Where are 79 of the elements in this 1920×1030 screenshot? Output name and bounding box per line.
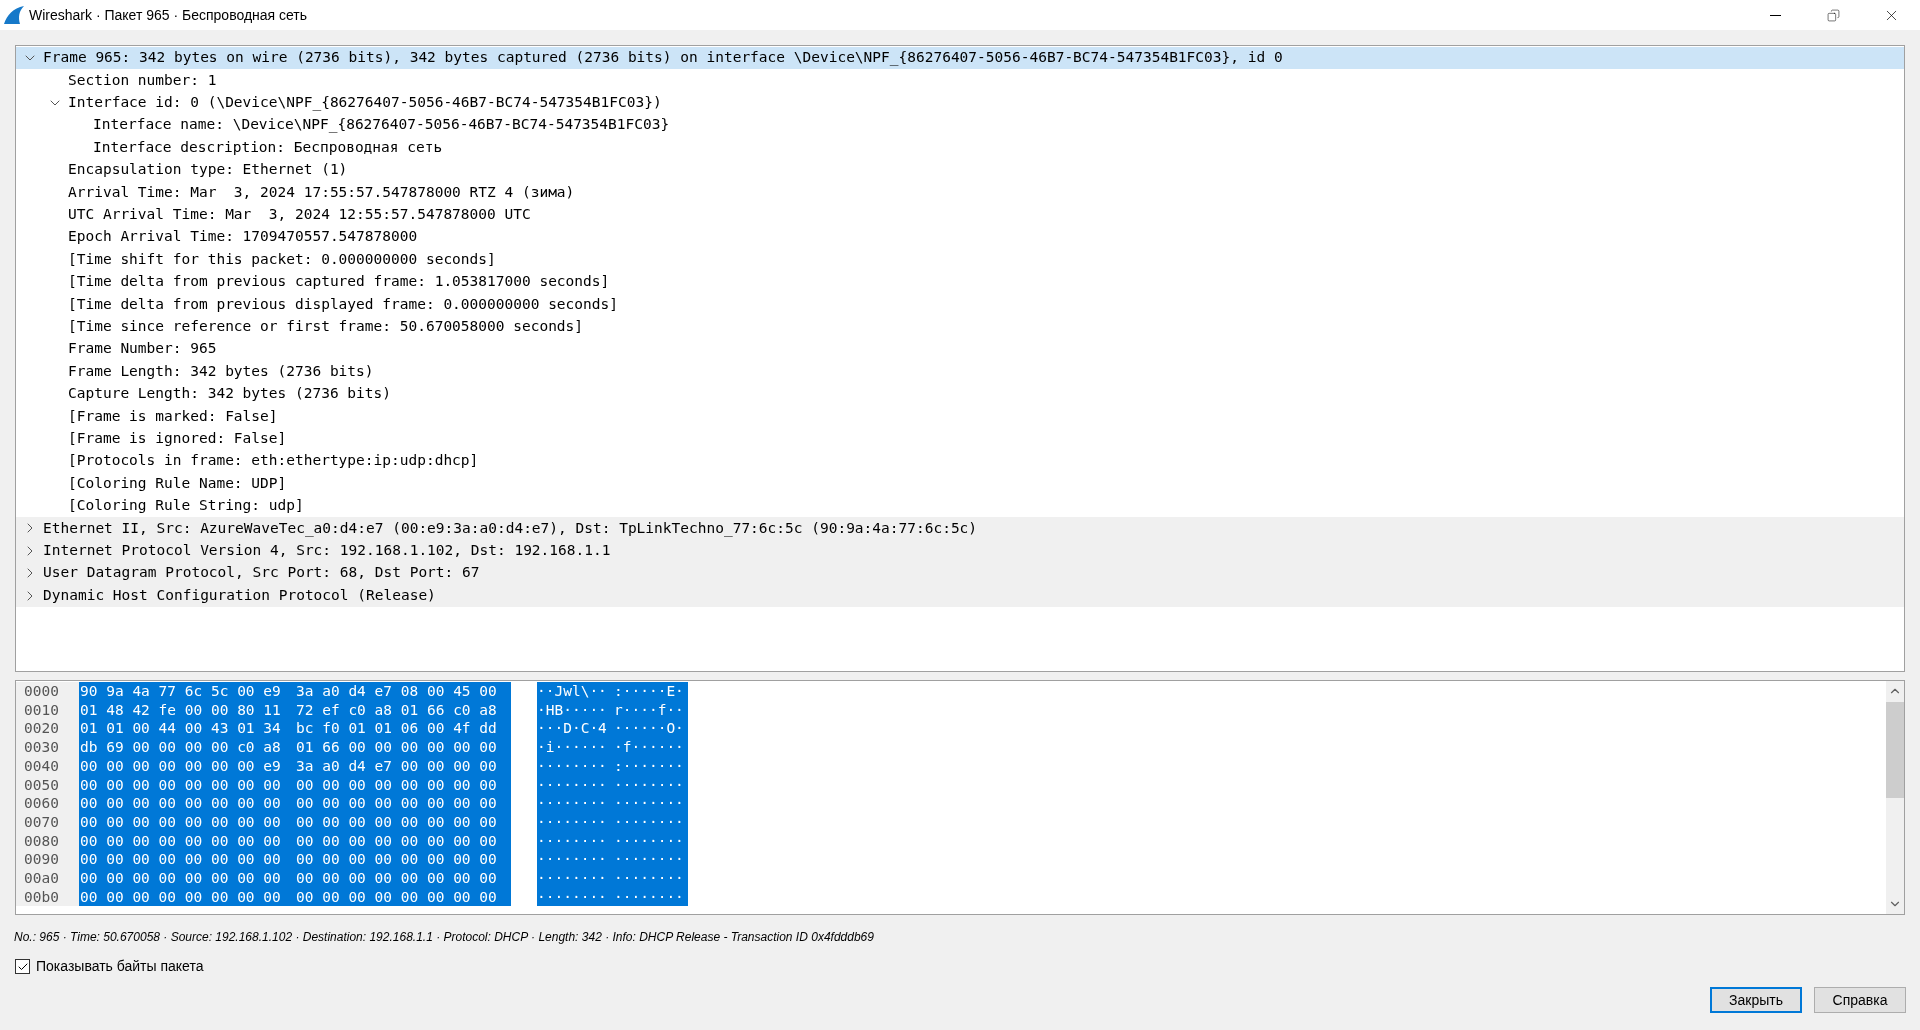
tree-label: Interface id: 0 (\Device\NPF_{86276407-5056-46B7-BC74-547354B1FC03}): [67, 93, 662, 113]
hex-bytes[interactable]: 00 00 00 00 00 00 00 00 00 00 00 00 00 00 00 00: [79, 794, 511, 813]
ascii-bytes[interactable]: ··Jwl\·· :·····E·: [537, 682, 688, 701]
tree-row[interactable]: Interface description: Беспроводная сеть: [16, 136, 1904, 159]
tree-label: Internet Protocol Version 4, Src: 192.168.1.102, Dst: 192.168.1.1: [42, 540, 611, 560]
tree-label: Frame Length: 342 bytes (2736 bits): [67, 361, 374, 381]
tree-label: Encapsulation type: Ethernet (1): [67, 160, 348, 180]
hex-bytes[interactable]: 00 00 00 00 00 00 00 00 00 00 00 00 00 00 00 00: [79, 869, 511, 888]
tree-label: [Coloring Rule Name: UDP]: [67, 473, 287, 493]
checkbox[interactable]: [15, 959, 30, 974]
ascii-bytes[interactable]: ········ ········: [537, 794, 688, 813]
offset-label: 0090: [16, 850, 79, 870]
window-title: Wireshark · Пакет 965 · Беспроводная сеть: [29, 5, 308, 25]
tree-row[interactable]: [Time delta from previous displayed frame: 0.000000000 seconds]: [16, 293, 1904, 316]
scrollbar[interactable]: [1886, 681, 1904, 914]
tree-row[interactable]: [Frame is marked: False]: [16, 405, 1904, 428]
checkbox-label: Показывать байты пакета: [36, 957, 204, 976]
offset-label: 0000: [16, 682, 79, 701]
dialog-button[interactable]: Справка: [1814, 987, 1906, 1013]
tree-label: Frame 965: 342 bytes on wire (2736 bits), 342 bytes captured (2736 bits) on interface \Device\NPF_{86276407-5056-46B7-BC74-547354B1FC03}, id 0: [42, 48, 1283, 68]
tree-row[interactable]: UTC Arrival Time: Mar 3, 2024 12:55:57.547878000 UTC: [16, 203, 1904, 227]
tree-label: Ethernet II, Src: AzureWaveTec_a0:d4:e7 (00:e9:3a:a0:d4:e7), Dst: TpLinkTechno_77:6c:5c (90:9a:4a:77:6c:5c): [42, 518, 978, 539]
hex-bytes[interactable]: 01 01 00 44 00 43 01 34 bc f0 01 01 06 00 4f dd: [79, 719, 511, 739]
tree-row[interactable]: Frame 965: 342 bytes on wire (2736 bits), 342 bytes captured (2736 bits) on interface \Device\NPF_{86276407-5056-46B7-BC74-547354B1FC03}, id 0: [16, 47, 1904, 70]
tree-row[interactable]: [Time delta from previous captured frame: 1.053817000 seconds]: [16, 270, 1904, 294]
tree-label: [Time shift for this packet: 0.000000000 seconds]: [67, 249, 496, 269]
tree-row[interactable]: Interface id: 0 (\Device\NPF_{86276407-5056-46B7-BC74-547354B1FC03}): [16, 91, 1904, 115]
tree-row[interactable]: Frame Length: 342 bytes (2736 bits): [16, 360, 1904, 383]
tree-row[interactable]: [Protocols in frame: eth:ethertype:ip:udp:dhcp]: [16, 450, 1904, 473]
tree-label: Interface description: Беспроводная сеть: [92, 137, 443, 157]
tree-label: [Coloring Rule String: udp]: [67, 496, 304, 516]
ascii-bytes[interactable]: ···D·C·4 ······O·: [537, 719, 688, 739]
tree-label: Interface name: \Device\NPF_{86276407-5056-46B7-BC74-547354B1FC03}: [92, 115, 670, 135]
restore-icon: [1826, 8, 1840, 22]
tree-label: Arrival Time: Mar 3, 2024 17:55:57.547878000 RTZ 4 (зима): [67, 182, 575, 202]
tree-label: Frame Number: 965: [67, 339, 217, 359]
tree-row[interactable]: Capture Length: 342 bytes (2736 bits): [16, 382, 1904, 406]
tree-row[interactable]: User Datagram Protocol, Src Port: 68, Dst Port: 67: [16, 562, 1904, 585]
tree-row[interactable]: Frame Number: 965: [16, 338, 1904, 361]
hex-bytes[interactable]: 90 9a 4a 77 6c 5c 00 e9 3a a0 d4 e7 08 00 45 00: [79, 682, 511, 701]
tree-row[interactable]: Dynamic Host Configuration Protocol (Release): [16, 584, 1904, 607]
tree-row[interactable]: Interface name: \Device\NPF_{86276407-5056-46B7-BC74-547354B1FC03}: [16, 114, 1904, 137]
tree-row[interactable]: Internet Protocol Version 4, Src: 192.168.1.102, Dst: 192.168.1.1: [16, 539, 1904, 562]
tree-row[interactable]: Arrival Time: Mar 3, 2024 17:55:57.547878000 RTZ 4 (зима): [16, 181, 1904, 204]
ascii-bytes[interactable]: ········ ········: [537, 869, 688, 888]
offset-label: 00a0: [16, 869, 79, 888]
tree-label: [Frame is ignored: False]: [67, 428, 287, 448]
tree-label: [Time delta from previous captured frame: 1.053817000 seconds]: [67, 272, 610, 292]
offset-label: 0020: [16, 719, 79, 739]
tree-label: [Frame is marked: False]: [67, 406, 278, 426]
tree-row[interactable]: [Time shift for this packet: 0.000000000 seconds]: [16, 248, 1904, 271]
offset-label: 0060: [16, 794, 79, 813]
tree-row[interactable]: [Frame is ignored: False]: [16, 427, 1904, 451]
status-text: No.: 965 · Time: 50.670058 · Source: 192.168.1.102 · Destination: 192.168.1.1 · Protocol: DHCP · Length: 342 · Info: DHCP Release - Transaction ID 0x4fdddb69: [14, 929, 875, 946]
tree-row[interactable]: [Time since reference or first frame: 50.670058000 seconds]: [16, 315, 1904, 339]
ascii-bytes[interactable]: ········ ········: [537, 850, 688, 870]
minimize-icon: [1769, 14, 1781, 16]
scroll-thumb[interactable]: [1886, 702, 1904, 798]
tree-label: [Time delta from previous displayed frame: 0.000000000 seconds]: [67, 294, 618, 314]
tree-label: User Datagram Protocol, Src Port: 68, Dst Port: 67: [42, 563, 480, 583]
tree-label: Capture Length: 342 bytes (2736 bits): [67, 384, 391, 404]
tree-label: Epoch Arrival Time: 1709470557.547878000: [67, 227, 418, 247]
tree-label: [Protocols in frame: eth:ethertype:ip:udp:dhcp]: [67, 451, 479, 471]
tree-label: UTC Arrival Time: Mar 3, 2024 12:55:57.547878000 UTC: [67, 205, 531, 225]
hex-bytes[interactable]: db 69 00 00 00 00 c0 a8 01 66 00 00 00 00 00 00: [79, 738, 511, 757]
tree-row[interactable]: Ethernet II, Src: AzureWaveTec_a0:d4:e7 (00:e9:3a:a0:d4:e7), Dst: TpLinkTechno_77:6c:5c (90:9a:4a:77:6c:5c): [16, 517, 1904, 540]
ascii-bytes[interactable]: ·i······ ·f······: [537, 738, 688, 757]
fin-icon: [3, 5, 25, 25]
tree-label: [Time since reference or first frame: 50.670058000 seconds]: [67, 317, 584, 336]
tree-row[interactable]: Section number: 1: [16, 69, 1904, 92]
tree-row[interactable]: [Coloring Rule Name: UDP]: [16, 472, 1904, 495]
tree-row[interactable]: [Coloring Rule String: udp]: [16, 494, 1904, 518]
tree-row[interactable]: Epoch Arrival Time: 1709470557.547878000: [16, 226, 1904, 249]
hex-bytes[interactable]: 00 00 00 00 00 00 00 00 00 00 00 00 00 00 00 00: [79, 850, 511, 870]
offset-label: 0030: [16, 738, 79, 757]
tree-label: Dynamic Host Configuration Protocol (Release): [42, 585, 436, 605]
dialog-button[interactable]: Закрыть: [1710, 987, 1802, 1013]
tree-row[interactable]: Encapsulation type: Ethernet (1): [16, 158, 1904, 182]
tree-label: Section number: 1: [67, 70, 217, 90]
